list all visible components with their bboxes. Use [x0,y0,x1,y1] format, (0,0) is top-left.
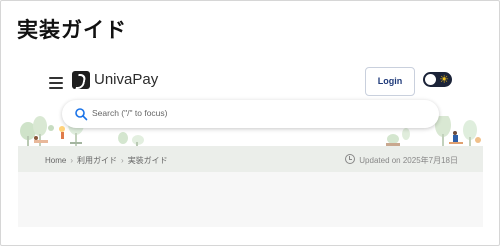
clock-icon [345,154,356,164]
login-button[interactable]: Login [365,67,415,96]
sun-icon: ☀ [439,73,449,86]
breadcrumb: Home › 利用ガイド › 実装ガイド [45,155,168,166]
search-bar[interactable]: Search ("/" to focus) [62,100,439,128]
site-header: UnivaPay Login ☀ Search ("/" to focus) [18,62,483,146]
univapay-logo-icon[interactable] [72,71,90,89]
search-placeholder: Search ("/" to focus) [92,108,168,118]
breadcrumb-home[interactable]: Home [45,156,66,165]
logo-text[interactable]: UnivaPay [94,71,158,88]
breadcrumb-bar: Home › 利用ガイド › 実装ガイド Updated on 2025年7月18日 [18,146,483,172]
breadcrumb-separator: › [121,156,124,165]
toggle-knob [425,74,436,85]
updated-date: Updated on 2025年7月18日 [345,154,458,166]
search-icon [75,108,88,121]
page-title: 実装ガイド [17,18,127,42]
site-screenshot: UnivaPay Login ☀ Search ("/" to focus) H… [18,62,483,227]
breadcrumb-separator: › [70,156,74,165]
breadcrumb-usage-guide[interactable]: 利用ガイド [77,156,117,165]
hamburger-icon[interactable] [49,77,63,89]
updated-text: Updated on 2025年7月18日 [359,156,458,165]
theme-toggle[interactable]: ☀ [423,72,452,87]
breadcrumb-current: 実装ガイド [127,156,168,165]
